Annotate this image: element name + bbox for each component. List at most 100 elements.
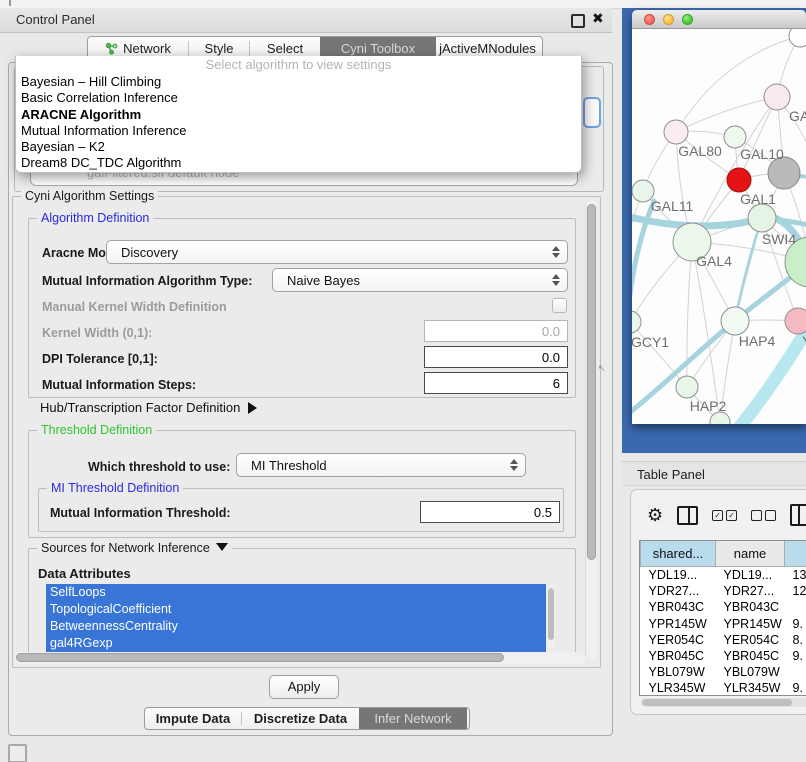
settings-vertical-scrollbar[interactable] [585,200,597,660]
mi-threshold-input[interactable] [420,501,560,523]
network-tab-icon [105,42,118,55]
mi-threshold-label: Mutual Information Threshold: [50,506,231,520]
node-gal7[interactable] [764,84,790,110]
list-item[interactable]: gal4RGexp [46,635,546,652]
dpi-tolerance-input[interactable] [424,346,568,368]
minimized-panel-icon[interactable] [8,744,27,762]
column-header-partial[interactable]: A [785,541,806,567]
table-function-icon[interactable] [790,504,806,526]
float-panel-icon[interactable] [571,14,585,28]
network-window[interactable]: GAL GAL80 GAL10 GAL1 GAL11 SWI4 GAL4 GCY… [632,10,806,424]
apply-button[interactable]: Apply [269,675,339,699]
aracne-mode-select[interactable]: Discovery [106,240,568,264]
network-canvas[interactable]: GAL GAL80 GAL10 GAL1 GAL11 SWI4 GAL4 GCY… [632,29,806,424]
kernel-width-label: Kernel Width (0,1): [42,326,152,340]
node-label: SWI4 [762,231,796,247]
table-horizontal-scrollbar[interactable] [641,698,806,707]
table-row[interactable]: YBR045CYBR045C9. [641,648,806,664]
aracne-mode-value: Discovery [107,245,551,260]
select-all-checkboxes-icon[interactable]: ✓✓ [712,510,737,521]
stepper-icon [551,246,560,258]
mi-type-select[interactable]: Naive Bayes [272,268,568,292]
data-attributes-label: Data Attributes [38,566,131,581]
node-unlabeled-top[interactable] [789,29,806,47]
settings-hscroll-thumb[interactable] [16,653,504,662]
node-pink-right[interactable] [785,308,806,334]
hub-definition-label: Hub/Transcription Factor Definition [40,400,240,415]
tab-discretize-data[interactable]: Discretize Data [242,708,359,729]
list-scrollbar[interactable] [547,586,555,648]
table-hscroll-thumb[interactable] [642,699,792,706]
settings-horizontal-scrollbar[interactable] [14,652,586,664]
hub-definition-toggle[interactable]: Hub/Transcription Factor Definition [40,400,257,415]
node-gal10[interactable] [724,126,746,148]
node-swi4[interactable] [748,204,776,232]
mi-type-value: Naive Bayes [273,273,551,288]
sources-group-title[interactable]: Sources for Network Inference [37,541,232,555]
dropdown-item-bayesian-k2[interactable]: Bayesian – K2 [16,139,581,155]
close-window-icon[interactable] [644,14,655,25]
mi-steps-input[interactable] [424,372,568,394]
column-header-name[interactable]: name [716,541,785,567]
node-hap4[interactable] [721,307,749,335]
node-label: GCY1 [632,334,669,350]
deselect-all-checkboxes-icon[interactable] [751,510,776,521]
columns-icon[interactable] [677,506,698,525]
dropdown-item-dream8[interactable]: Dream8 DC_TDC Algorithm [16,155,581,171]
data-attributes-list: SelfLoops TopologicalCoefficient Between… [46,584,546,652]
kernel-width-input[interactable] [424,320,568,342]
node-gal1-red[interactable] [727,168,751,192]
focused-spinner-fragment[interactable] [583,97,601,128]
table-row[interactable]: YBR043CYBR043C [641,599,806,615]
column-header-shared-name[interactable]: shared... [641,541,716,567]
table-row[interactable]: YDR27...YDR27...12 [641,583,806,599]
table-panel-title: Table Panel [637,467,705,482]
dropdown-item-basic-correlation[interactable]: Basic Correlation Inference [16,90,581,106]
which-threshold-select[interactable]: MI Threshold [236,453,526,477]
stepper-icon [509,459,518,471]
manual-kernel-width-checkbox[interactable] [552,298,567,313]
settings-vscroll-thumb[interactable] [587,204,596,560]
which-threshold-value: MI Threshold [237,458,509,473]
dropdown-item-aracne[interactable]: ARACNE Algorithm [16,107,581,123]
top-tick [9,0,11,6]
dpi-tolerance-label: DPI Tolerance [0,1]: [42,352,158,366]
tab-cyni-toolbox-label: Cyni Toolbox [341,41,415,56]
network-window-titlebar[interactable] [632,10,806,29]
bottom-tabbar: Impute Data Discretize Data Infer Networ… [144,707,470,730]
tab-jactivemnodules-label: jActiveMNodules [439,41,536,56]
table-header-row: shared... name A [641,541,806,567]
table-panel-titlebar: Table Panel [622,461,806,486]
close-panel-icon[interactable]: ✖ [592,10,604,27]
stepper-icon [551,274,560,286]
algorithm-dropdown: Select algorithm to view settings Bayesi… [15,56,582,173]
list-scrollbar-thumb[interactable] [548,588,554,640]
list-item[interactable]: TopologicalCoefficient [46,601,546,618]
node-label: GAL11 [651,198,694,214]
table-row[interactable]: YDL19...YDL19...13 [641,567,806,584]
node-gal80[interactable] [664,120,688,144]
minimize-window-icon[interactable] [663,14,674,25]
node-gcy1[interactable] [632,311,641,333]
mouse-cursor: ↖ [598,363,606,374]
table-toolbar: ⚙ ✓✓ [631,496,806,534]
mi-type-label: Mutual Information Algorithm Type: [42,274,252,288]
node-table: shared... name A YDL19...YDL19...13 YDR2… [639,540,806,696]
dropdown-item-mutual-information[interactable]: Mutual Information Inference [16,123,581,139]
table-row[interactable]: YPR145WYPR145W9. [641,616,806,632]
table-row[interactable]: YBL079WYBL079W [641,664,806,680]
gear-icon[interactable]: ⚙ [647,506,663,524]
node-hap2[interactable] [676,376,698,398]
tab-impute-data[interactable]: Impute Data [145,708,241,729]
table-row[interactable]: YLR345WYLR345W9. [641,680,806,696]
table-row[interactable]: YER054CYER054C8. [641,632,806,648]
list-item[interactable]: SelfLoops [46,584,546,601]
tab-infer-network[interactable]: Infer Network [359,708,467,729]
tab-style-label: Style [205,41,234,56]
node-label: GAL4 [696,253,732,269]
zoom-window-icon[interactable] [682,14,693,25]
list-item[interactable]: BetweennessCentrality [46,618,546,635]
expand-right-icon [248,402,257,414]
dropdown-item-bayesian-hill-climbing[interactable]: Bayesian – Hill Climbing [16,74,581,90]
tab-network-label: Network [123,41,171,56]
